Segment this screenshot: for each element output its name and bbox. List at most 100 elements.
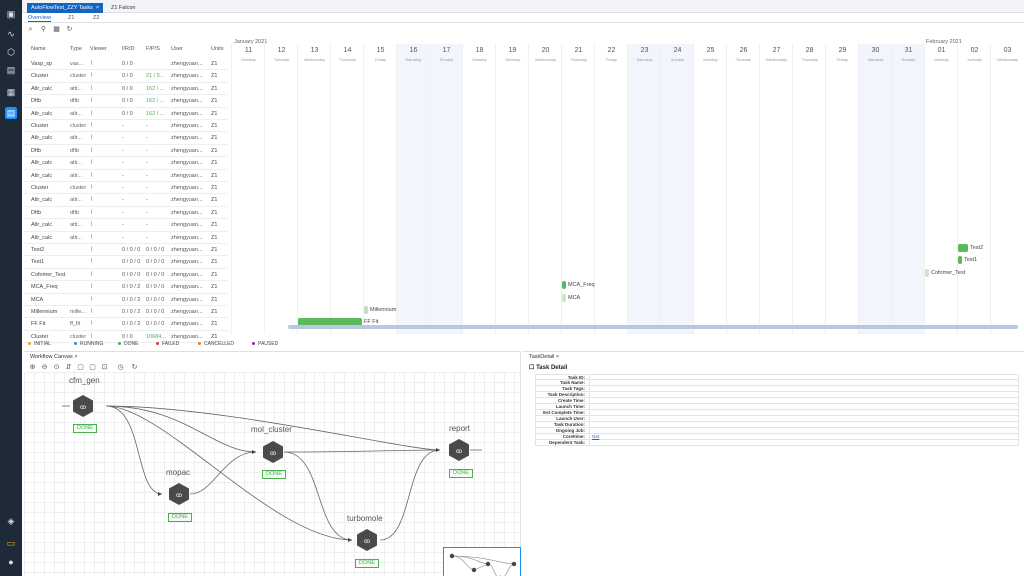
close-icon[interactable]: × bbox=[96, 5, 99, 11]
gantt-bar[interactable] bbox=[562, 281, 566, 290]
history-icon[interactable]: ◷ bbox=[116, 363, 125, 372]
col-viewer[interactable]: Viewer bbox=[90, 46, 107, 52]
table-row[interactable]: Atlr_calc atlr... ⌇ 0 / 0 162 / ... zhengyuan… bbox=[24, 108, 228, 120]
viewer-chart-icon[interactable]: ⌇ bbox=[90, 172, 100, 179]
stack-icon[interactable]: ▭ bbox=[5, 537, 17, 549]
legend-running: RUNNING bbox=[74, 341, 103, 347]
col-name[interactable]: Name bbox=[31, 46, 46, 52]
copy-icon[interactable]: ▢ bbox=[88, 363, 97, 372]
table-row[interactable]: Atlr_calc atlr... ⌇ - - zhengyuan... Z1 bbox=[24, 170, 228, 182]
table-row[interactable]: Cluster cluster ⌇ - - zhengyuan... Z1 bbox=[24, 182, 228, 195]
gantt-bar[interactable] bbox=[958, 256, 962, 265]
crop-icon[interactable]: ⊡ bbox=[100, 363, 109, 372]
viewer-chart-icon[interactable]: ⌇ bbox=[90, 221, 100, 228]
col-irid[interactable]: I/R/D bbox=[122, 46, 135, 52]
viewer-chart-icon[interactable]: ⌇ bbox=[90, 85, 100, 92]
table-row[interactable]: Test2 ⌇ 0 / 0 / 0 0 / 0 / 0 zhengyuan... Z1 bbox=[24, 244, 228, 257]
viewer-chart-icon[interactable]: ⌇ bbox=[90, 72, 100, 79]
table-row[interactable]: Atlr_calc atlr... ⌇ - - zhengyuan... Z1 bbox=[24, 194, 228, 207]
task-detail-tab[interactable]: TaskDetail × bbox=[529, 354, 559, 360]
col-type[interactable]: Type bbox=[70, 46, 82, 52]
node-mol-cluster[interactable]: ꝏ bbox=[262, 441, 284, 463]
close-icon[interactable]: × bbox=[74, 354, 77, 360]
image-icon[interactable]: ▣ bbox=[5, 8, 17, 20]
export-icon[interactable]: ▢ bbox=[76, 363, 85, 372]
col-units[interactable]: Units bbox=[211, 46, 224, 52]
table-row[interactable]: Vasp_sp vas... ⌇ 0 / 0 zhengyuan... Z1 bbox=[24, 58, 228, 71]
layers-icon[interactable]: ◈ bbox=[5, 515, 17, 527]
table-row[interactable]: Atlr_calc atlr... ⌇ - - zhengyuan... Z1 bbox=[24, 132, 228, 145]
layout-icon[interactable]: ⇵ bbox=[64, 363, 73, 372]
table-row[interactable]: Atlr_calc atlr... ⌇ 0 / 0 162 / ... zhengyuan… bbox=[24, 83, 228, 96]
viewer-chart-icon[interactable]: ⌇ bbox=[90, 234, 100, 241]
node-turbomole[interactable]: ꝏ bbox=[356, 529, 378, 551]
viewer-chart-icon[interactable]: ⌇ bbox=[90, 147, 100, 154]
table-row[interactable]: FF Fit ff_fit ⌇ 0 / 0 / 2 0 / 0 / 0 zhengyuan… bbox=[24, 318, 228, 331]
table-row[interactable]: MCA ⌇ 0 / 0 / 2 0 / 0 / 0 zhengyuan... Z1 bbox=[24, 294, 228, 306]
node-cfm-gen[interactable]: ꝏ bbox=[72, 395, 94, 417]
workflow-tab[interactable]: Workflow Canvas × bbox=[30, 354, 77, 360]
tab-z1-falcon[interactable]: Z1 Falcon bbox=[107, 3, 139, 13]
viewer-chart-icon[interactable]: ⌇ bbox=[90, 184, 100, 191]
zoom-in-icon[interactable]: ⊕ bbox=[28, 363, 37, 372]
cube-icon[interactable]: ⬡ bbox=[5, 46, 17, 58]
table-row[interactable]: Cofomer_Test ⌇ 0 / 0 / 0 0 / 0 / 0 zhengyuan… bbox=[24, 269, 228, 282]
search-icon[interactable]: ⌕ bbox=[26, 25, 35, 34]
table-row[interactable]: Atlr_calc atlr... ⌇ - - zhengyuan... Z1 bbox=[24, 232, 228, 244]
node-mopac[interactable]: ꝏ bbox=[168, 483, 190, 505]
col-fps[interactable]: F/P/S bbox=[146, 46, 160, 52]
viewer-chart-icon[interactable]: ⌇ bbox=[90, 110, 100, 117]
refresh-icon[interactable]: ↻ bbox=[65, 25, 74, 34]
table-row[interactable]: Millennium mille... ⌇ 0 / 0 / 2 0 / 0 / 0 zhe… bbox=[24, 306, 228, 319]
get-link[interactable]: Get bbox=[592, 434, 599, 439]
viewer-chart-icon[interactable]: ⌇ bbox=[90, 333, 100, 340]
viewer-chart-icon[interactable]: ⌇ bbox=[90, 159, 100, 166]
viewer-chart-icon[interactable]: ⌇ bbox=[90, 122, 100, 129]
viewer-chart-icon[interactable]: ⌇ bbox=[90, 97, 100, 104]
fit-icon[interactable]: ⊙ bbox=[52, 363, 61, 372]
box-icon[interactable]: ▤ bbox=[5, 64, 17, 76]
viewer-chart-icon[interactable]: ⌇ bbox=[90, 308, 100, 315]
chart-icon[interactable]: ∿ bbox=[5, 28, 17, 40]
workflow-minimap[interactable] bbox=[443, 547, 521, 576]
tasks-icon[interactable]: ▤ bbox=[5, 107, 17, 119]
tab-overview[interactable]: Overview bbox=[28, 15, 51, 22]
table-row[interactable]: MCA_Freq ⌇ 0 / 0 / 2 0 / 0 / 0 zhengyuan... Z… bbox=[24, 281, 228, 294]
table-row[interactable]: Dftb dftb ⌇ 0 / 0 162 / ... zhengyuan... Z1 bbox=[24, 95, 228, 108]
gantt-scrollbar[interactable] bbox=[288, 325, 1018, 329]
viewer-chart-icon[interactable]: ⌇ bbox=[90, 258, 100, 265]
avatar-icon[interactable]: ● bbox=[5, 556, 17, 568]
calendar-icon[interactable]: ▦ bbox=[5, 86, 17, 98]
tab-autoflow-tasks[interactable]: AutoFlowTest_ZZY Tasks × bbox=[27, 3, 104, 13]
table-row[interactable]: Cluster cluster ⌇ - - zhengyuan... Z1 bbox=[24, 120, 228, 133]
viewer-chart-icon[interactable]: ⌇ bbox=[90, 296, 100, 303]
table-row[interactable]: Atlr_calc atlr... ⌇ - - zhengyuan... Z1 bbox=[24, 157, 228, 170]
col-user[interactable]: User bbox=[171, 46, 183, 52]
viewer-chart-icon[interactable]: ⌇ bbox=[90, 283, 100, 290]
viewer-chart-icon[interactable]: ⌇ bbox=[90, 271, 100, 278]
gantt-bar[interactable] bbox=[925, 268, 929, 277]
table-row[interactable]: Cluster cluster ⌇ 0 / 0 21 / 5... zhengyuan..… bbox=[24, 70, 228, 83]
table-row[interactable]: Atlr_calc atlr... ⌇ - - zhengyuan... Z1 bbox=[24, 219, 228, 232]
viewer-chart-icon[interactable]: ⌇ bbox=[90, 134, 100, 141]
gantt-bar[interactable] bbox=[562, 293, 566, 302]
close-icon[interactable]: × bbox=[556, 354, 559, 360]
tab-z2[interactable]: Z2 bbox=[93, 15, 99, 21]
tab-z1[interactable]: Z1 bbox=[68, 15, 74, 21]
node-report[interactable]: ꝏ bbox=[448, 439, 470, 461]
viewer-chart-icon[interactable]: ⌇ bbox=[90, 209, 100, 216]
zoom-out-icon[interactable]: ⊖ bbox=[40, 363, 49, 372]
viewer-chart-icon[interactable]: ⌇ bbox=[90, 320, 100, 327]
table-row[interactable]: Test1 ⌇ 0 / 0 / 0 0 / 0 / 0 zhengyuan... Z1 bbox=[24, 256, 228, 269]
table-row[interactable]: Dftb dftb ⌇ - - zhengyuan... Z1 bbox=[24, 145, 228, 158]
refresh-icon[interactable]: ↻ bbox=[130, 363, 139, 372]
grid-icon[interactable]: ▦ bbox=[52, 25, 61, 34]
viewer-chart-icon[interactable]: ⌇ bbox=[90, 60, 100, 67]
table-row[interactable]: Dftb dftb ⌇ - - zhengyuan... Z1 bbox=[24, 207, 228, 220]
workflow-canvas[interactable]: cfm_gen ꝏ DONE mopac ꝏ DONE mol_cluster … bbox=[24, 372, 521, 576]
viewer-chart-icon[interactable]: ⌇ bbox=[90, 196, 100, 203]
gantt-bar[interactable] bbox=[958, 244, 968, 252]
viewer-chart-icon[interactable]: ⌇ bbox=[90, 246, 100, 253]
gantt-bar[interactable] bbox=[364, 306, 368, 314]
filter-icon[interactable]: ⚲ bbox=[39, 25, 48, 34]
